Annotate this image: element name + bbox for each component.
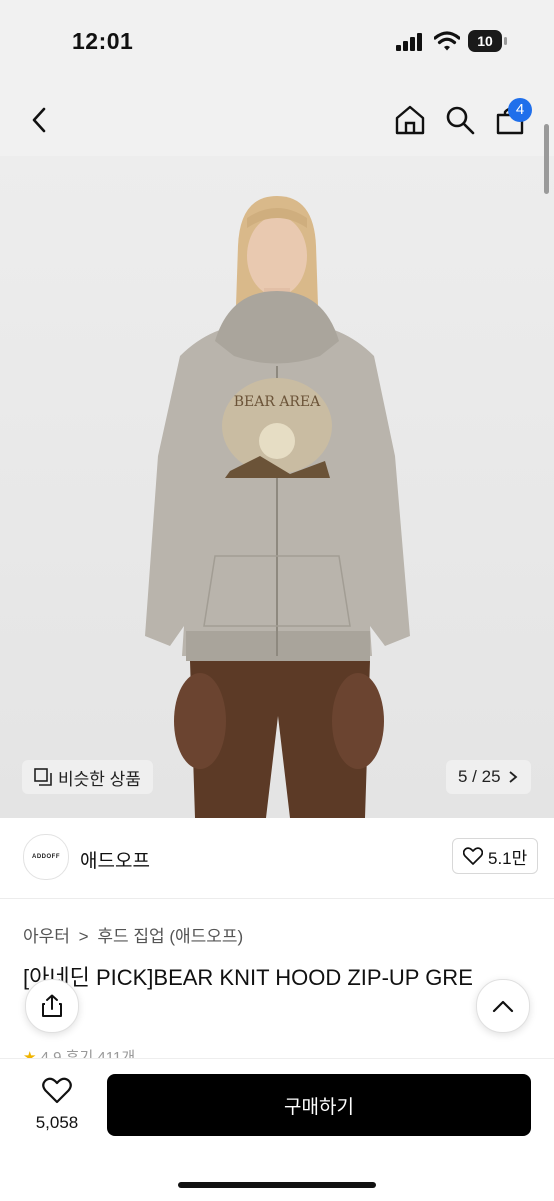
product-title: [아네딘 PICK]BEAR KNIT HOOD ZIP-UP GRE [23,965,473,990]
similar-products-label: 비슷한 상품 [58,769,141,789]
home-button[interactable] [390,100,430,140]
similar-icon [34,768,52,786]
wifi-icon [434,31,460,51]
status-bar: 12:01 10 [0,0,554,84]
cellular-signal-icon [396,33,422,51]
chevron-up-icon [492,1000,514,1013]
battery-level: 10 [468,30,502,52]
search-button[interactable] [440,100,480,140]
model-illustration: BEAR AREA [145,196,410,818]
battery-icon: 10 [468,30,508,52]
top-nav-bar [0,84,554,156]
scroll-to-top-button[interactable] [476,979,530,1033]
wishlist-button[interactable]: 5,058 [28,1073,86,1135]
image-pager[interactable]: 5 / 25 [446,760,531,794]
breadcrumb: 아우터 > 후드 집업 (애드오프) [23,922,243,947]
back-button[interactable] [20,100,60,140]
status-time: 12:01 [72,28,134,54]
heart-outline-icon [463,847,483,865]
search-icon [446,106,475,135]
brand-logo[interactable]: ADDOFF [23,834,69,880]
home-indicator [178,1182,376,1188]
svg-text:BEAR AREA: BEAR AREA [234,394,321,410]
breadcrumb-outer[interactable]: 아우터 [23,927,70,946]
breadcrumb-hood-zipup[interactable]: 후드 집업 (애드오프) [97,927,243,946]
share-icon [42,994,62,1017]
brand-name[interactable]: 애드오프 [80,846,150,873]
wishlist-count: 5,058 [35,1113,79,1132]
cart-count-badge: 4 [508,98,532,122]
chevron-left-icon [32,107,46,133]
brand-row: ADDOFF 애드오프 5.1만 [0,818,554,899]
heart-icon [42,1077,72,1104]
share-button[interactable] [25,979,79,1033]
bottom-action-bar: 5,058 구매하기 [0,1058,554,1201]
home-icon [395,105,425,135]
brand-like-count: 5.1만 [488,848,528,868]
similar-products-button[interactable]: 비슷한 상품 [22,760,153,794]
chevron-right-icon [508,771,517,783]
buy-button[interactable]: 구매하기 [107,1074,531,1136]
page-scrollbar[interactable] [544,124,549,194]
brand-like-button[interactable]: 5.1만 [452,838,539,874]
breadcrumb-separator: > [78,927,89,946]
product-image[interactable]: BEAR AREA 비슷한 상품 5 / 25 [0,156,554,818]
image-pager-label: 5 / 25 [458,767,501,786]
